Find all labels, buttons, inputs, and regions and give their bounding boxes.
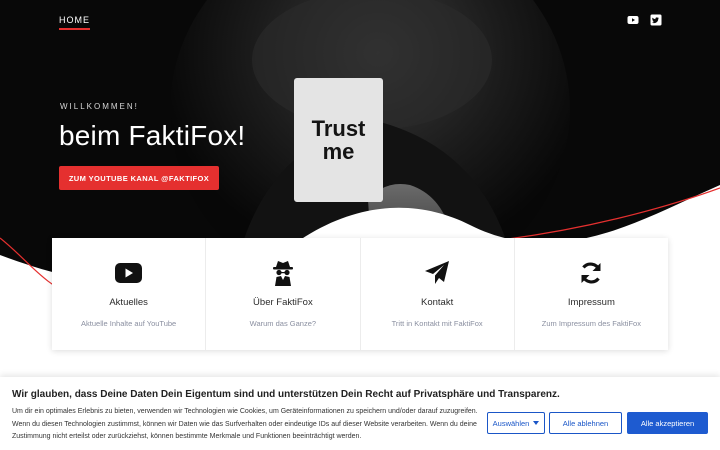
caret-down-icon [533,421,540,425]
hero-headline: beim FaktiFox! [59,120,246,151]
feature-title: Impressum [567,297,615,308]
accept-all-button[interactable]: Alle akzeptieren [627,412,708,434]
decline-all-button[interactable]: Alle ablehnen [549,412,622,434]
feature-card-impressum[interactable]: Impressum Zum Impressum des FaktiFox [515,238,668,350]
feature-subtitle: Tritt in Kontakt mit FaktiFox [391,319,483,328]
feature-subtitle: Aktuelle Inhalte auf YouTube [81,319,177,328]
paper-plane-icon [423,260,451,286]
feature-card-ueber[interactable]: Über FaktiFox Warum das Ganze? [206,238,361,350]
feature-card-aktuelles[interactable]: Aktuelles Aktuelle Inhalte auf YouTube [52,238,207,350]
nav-home-link[interactable]: HOME [59,15,90,30]
sign-text-line2: me [322,139,355,164]
refresh-icon [577,260,605,286]
youtube-channel-button[interactable]: ZUM YOUTUBE KANAL @FAKTIFOX [59,166,219,190]
cookie-description: Um dir ein optimales Erlebnis zu bieten,… [12,408,478,440]
youtube-icon [627,16,639,24]
select-label: Auswählen [492,418,530,428]
feature-subtitle: Warum das Ganze? [249,319,317,328]
page: Trust me HOME WILLKOMMEN! beim FaktiFox!… [0,0,720,450]
feature-title: Aktuelles [109,297,148,308]
feature-subtitle: Zum Impressum des FaktiFox [541,319,641,328]
feature-title: Kontakt [421,297,454,308]
cookie-title: Wir glauben, dass Deine Daten Dein Eigen… [12,389,560,400]
welcome-text: WILLKOMMEN! [60,102,139,111]
twitter-icon [650,14,662,26]
feature-title: Über FaktiFox [253,297,313,308]
youtube-link[interactable] [627,14,639,26]
top-navigation: HOME [0,0,720,40]
sign-text-line1: Trust [311,116,366,141]
feature-cards: Aktuelles Aktuelle Inhalte auf YouTube Ü… [52,238,668,350]
select-dropdown-button[interactable]: Auswählen [487,412,545,434]
spy-icon [269,260,297,286]
youtube-icon [115,260,143,286]
feature-card-kontakt[interactable]: Kontakt Tritt in Kontakt mit FaktiFox [361,238,515,350]
trust-me-sign: Trust me [294,78,383,202]
twitter-link[interactable] [650,14,662,26]
